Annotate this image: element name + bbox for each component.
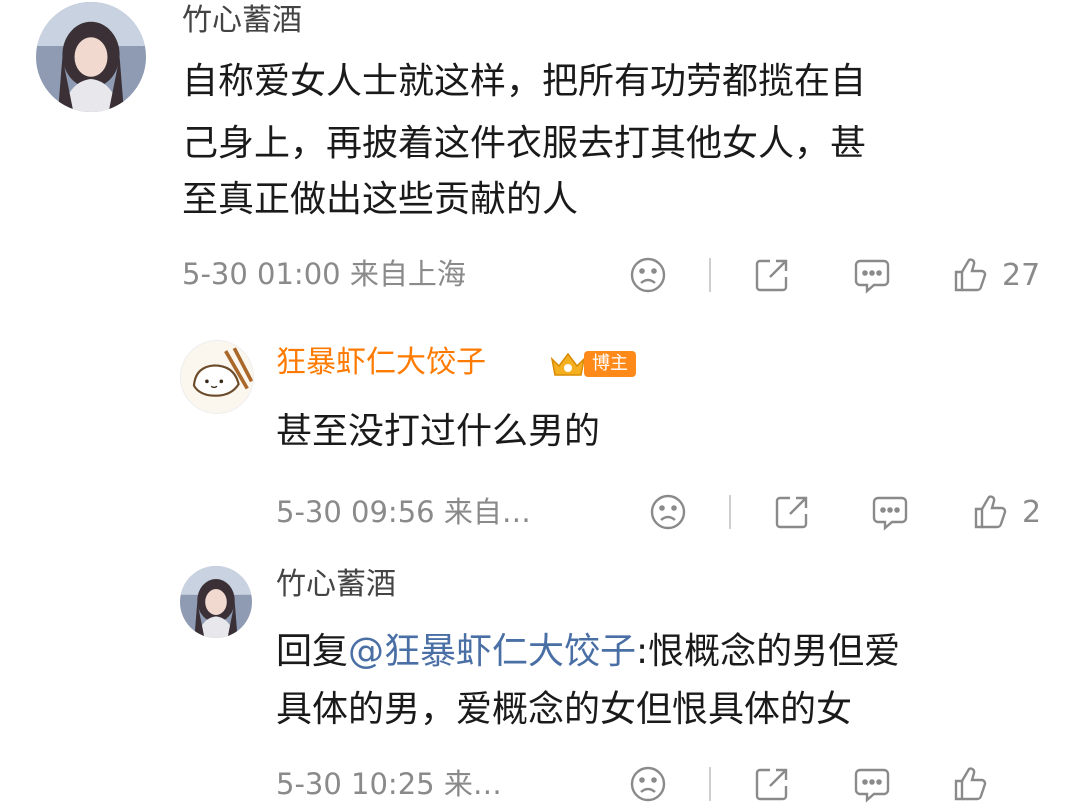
like-button[interactable]: 2: [970, 492, 1041, 532]
share-icon: [755, 768, 788, 801]
sad-face-icon: [650, 494, 686, 530]
divider: [709, 767, 711, 801]
share-button[interactable]: [772, 492, 812, 532]
comment-text-line: 己身上，再披着这件衣服去打其他女人，甚: [182, 123, 867, 164]
dislike-button[interactable]: [648, 492, 688, 532]
comment-text-line: 回复@狂暴虾仁大饺子:恨概念的男但爱: [276, 624, 900, 680]
comment-icon: [854, 768, 890, 803]
comment-icon: [854, 259, 890, 294]
comment-author[interactable]: 竹心蓄酒: [276, 570, 396, 600]
like-button[interactable]: [950, 764, 990, 804]
thumbs-up-icon: [954, 258, 987, 292]
share-icon: [755, 259, 788, 292]
user-avatar-image: [180, 566, 252, 638]
sad-face-icon: [630, 766, 666, 802]
user-avatar-image: [36, 2, 146, 112]
thumbs-up-icon: [974, 495, 1007, 529]
like-button[interactable]: 27: [950, 255, 1040, 295]
divider: [709, 258, 711, 292]
like-count: 2: [1022, 494, 1042, 530]
comment-1: 竹心蓄酒 自称爱女人士就这样，把所有功劳都揽在自 己身上，再披着这件衣服去打其他…: [0, 0, 1086, 310]
comment-2: 狂暴虾仁大饺子 博主 甚至没打过什么男的 5-30 09:56 来自… 2: [0, 330, 1086, 550]
comment-text-line: 具体的男，爱概念的女但恨具体的女: [276, 689, 853, 730]
reply-text: :恨概念的男但爱: [636, 631, 901, 672]
divider: [729, 495, 731, 529]
thumbs-up-icon: [954, 767, 987, 801]
like-count: 27: [1002, 257, 1041, 293]
dislike-button[interactable]: [628, 255, 668, 295]
comment-actions: [0, 764, 1086, 804]
sad-face-icon: [630, 257, 666, 293]
comment-button[interactable]: [852, 764, 892, 804]
comment-icon: [872, 496, 908, 531]
comment-text-line: 甚至没打过什么男的: [276, 411, 601, 452]
mention-link[interactable]: @狂暴虾仁大饺子: [348, 631, 636, 672]
share-button[interactable]: [752, 764, 792, 804]
comment-author[interactable]: 竹心蓄酒: [182, 6, 302, 36]
comment-text-line: 自称爱女人士就这样，把所有功劳都揽在自: [182, 61, 867, 102]
comment-actions: 27: [0, 255, 1086, 295]
share-button[interactable]: [752, 255, 792, 295]
avatar[interactable]: [180, 340, 254, 414]
comment-actions: 2: [0, 492, 1086, 532]
dumpling-avatar-image: [181, 341, 253, 413]
avatar[interactable]: [36, 2, 146, 112]
comment-button[interactable]: [870, 492, 910, 532]
comment-3: 竹心蓄酒 回复@狂暴虾仁大饺子:恨概念的男但爱 具体的男，爱概念的女但恨具体的女…: [0, 560, 1086, 807]
comment-button[interactable]: [852, 255, 892, 295]
reply-prefix: 回复: [276, 631, 349, 672]
blogger-badge: 博主: [548, 350, 636, 378]
comment-author[interactable]: 狂暴虾仁大饺子: [276, 348, 486, 378]
avatar[interactable]: [180, 566, 252, 638]
blogger-tag: 博主: [584, 351, 636, 377]
crown-icon: [550, 352, 586, 376]
dislike-button[interactable]: [628, 764, 668, 804]
share-icon: [775, 496, 808, 529]
comment-text-line: 至真正做出这些贡献的人: [182, 179, 579, 220]
